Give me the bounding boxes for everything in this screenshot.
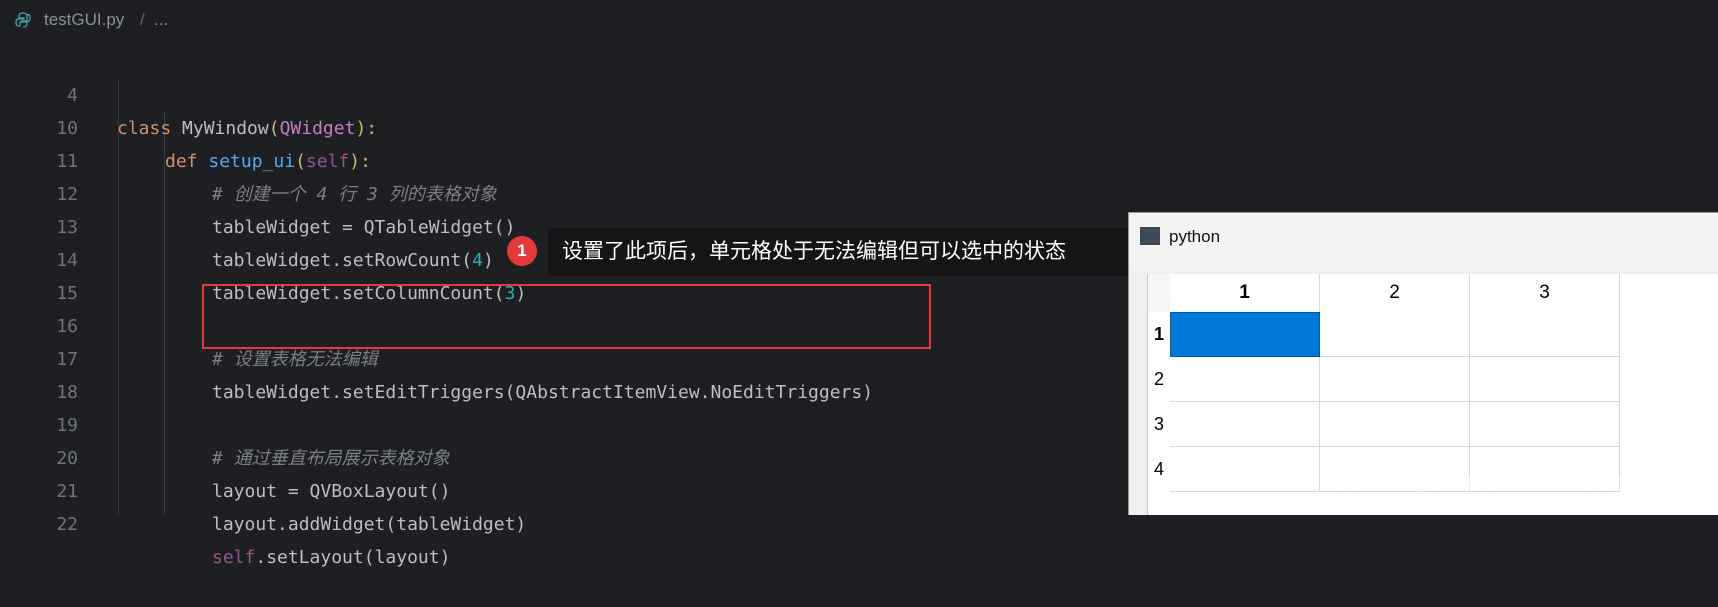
- breadcrumb-filename[interactable]: testGUI.py: [44, 10, 124, 30]
- code-text: self.setLayout(layout): [212, 547, 451, 568]
- table-corner[interactable]: [1148, 274, 1170, 312]
- code-line[interactable]: 13 tableWidget.setRowCount(4): [0, 178, 1718, 271]
- table-cell[interactable]: [1170, 357, 1320, 402]
- table-cell[interactable]: [1320, 357, 1470, 402]
- column-header-3[interactable]: 3: [1470, 274, 1620, 312]
- code-text: layout.addWidget(tableWidget): [212, 514, 527, 535]
- window-app-icon: [1140, 227, 1160, 245]
- line-number: 22: [56, 514, 78, 535]
- table-cell[interactable]: [1470, 402, 1620, 447]
- table-cell[interactable]: [1470, 312, 1620, 357]
- breadcrumb-more[interactable]: ...: [154, 10, 168, 30]
- code-line[interactable]: 12 tableWidget = QTableWidget(): [0, 145, 1718, 238]
- window-titlebar[interactable]: python: [1129, 213, 1718, 271]
- column-header-1[interactable]: 1: [1170, 274, 1320, 312]
- breadcrumb-separator: /: [140, 10, 145, 29]
- table-cell[interactable]: [1320, 402, 1470, 447]
- column-header-2[interactable]: 2: [1320, 274, 1470, 312]
- row-header-1[interactable]: 1: [1148, 312, 1170, 357]
- row-header-4[interactable]: 4: [1148, 447, 1170, 492]
- code-line[interactable]: 4 class MyWindow(QWidget):: [0, 46, 1718, 139]
- row-header-2[interactable]: 2: [1148, 357, 1170, 402]
- breadcrumb: testGUI.py / ...: [0, 0, 1718, 40]
- row-header-3[interactable]: 3: [1148, 402, 1170, 447]
- table-cell[interactable]: [1170, 402, 1320, 447]
- table-cell[interactable]: [1170, 447, 1320, 492]
- table-cell-selected[interactable]: [1170, 312, 1320, 357]
- annotation-tooltip: 设置了此项后，单元格处于无法编辑但可以选中的状态: [548, 228, 1156, 276]
- annotation-badge: 1: [507, 236, 537, 266]
- code-line[interactable]: 10 def setup_ui(self):: [0, 79, 1718, 172]
- window-title: python: [1169, 227, 1221, 246]
- code-line[interactable]: 11 # 创建一个 4 行 3 列的表格对象: [0, 112, 1718, 205]
- highlight-box: [202, 284, 931, 349]
- table-cell[interactable]: [1470, 357, 1620, 402]
- annotation-text: 设置了此项后，单元格处于无法编辑但可以选中的状态: [562, 240, 1066, 263]
- watermark: CSDN @Blue17 :: Hack3rX: [1326, 466, 1668, 497]
- table-cell[interactable]: [1320, 312, 1470, 357]
- python-file-icon: [15, 12, 31, 28]
